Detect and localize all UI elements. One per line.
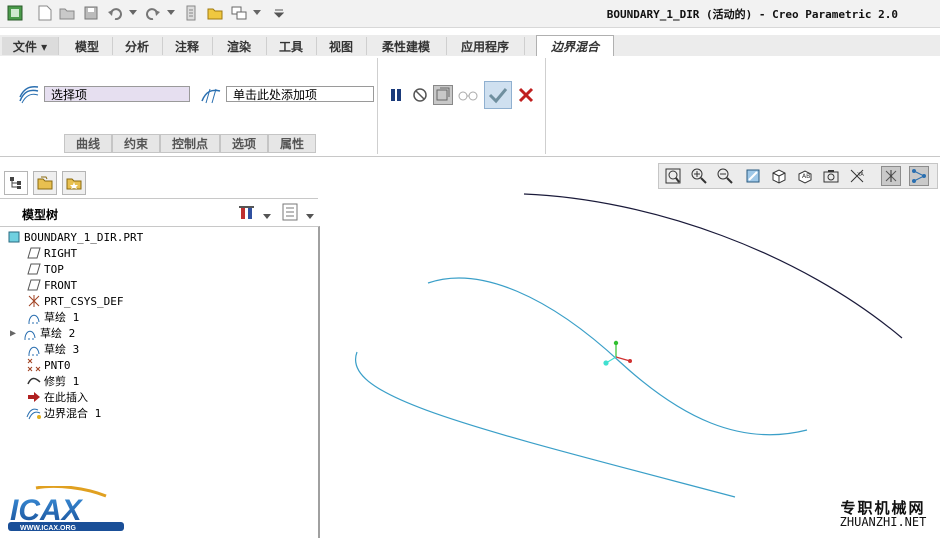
icax-logo: ICAX WWW.ICAX.ORG — [6, 484, 126, 534]
tree-item-csys[interactable]: PRT_CSYS_DEF — [26, 293, 123, 309]
subtab-options[interactable]: 选项 — [220, 134, 268, 153]
tree-item-sketch-1[interactable]: 草绘 1 — [26, 309, 79, 325]
new-file-icon[interactable] — [36, 4, 54, 22]
ribbon-tab-bar: 文件 ▾ 模型 分析 注释 渲染 工具 视图 柔性建模 应用程序 边界混合 — [0, 35, 940, 58]
model-canvas[interactable] — [320, 157, 940, 537]
folder-browser-tab-icon[interactable] — [33, 171, 57, 195]
second-direction-icon — [200, 85, 222, 105]
tree-item-boundary-blend-1[interactable]: 边界混合 1 — [26, 405, 101, 421]
datum-plane-icon — [26, 278, 42, 292]
curve-bottom-blue[interactable] — [354, 351, 736, 498]
icax-url-text: WWW.ICAX.ORG — [20, 525, 77, 532]
verify-glasses-icon[interactable] — [458, 85, 478, 105]
tree-settings-icon[interactable] — [238, 204, 258, 222]
tree-item-sketch-2[interactable]: ▶ 草绘 2 — [10, 325, 75, 341]
tree-item-front[interactable]: FRONT — [26, 277, 77, 293]
tree-item-right[interactable]: RIGHT — [26, 245, 77, 261]
second-direction-collector[interactable]: 单击此处添加项 — [226, 86, 374, 102]
undo-icon[interactable] — [106, 4, 124, 22]
ribbon-divider-end — [545, 58, 546, 154]
regenerate-icon[interactable] — [182, 4, 200, 22]
model-tree-title: 模型树 — [22, 208, 59, 222]
model-tree-tab-icon[interactable] — [4, 171, 28, 195]
subtab-constraints[interactable]: 约束 — [112, 134, 160, 153]
subtab-properties[interactable]: 属性 — [268, 134, 316, 153]
tab-tools[interactable]: 工具 — [266, 37, 317, 55]
no-preview-icon[interactable] — [410, 85, 430, 105]
datum-plane-icon — [26, 262, 42, 276]
app-icon[interactable] — [6, 4, 24, 22]
tree-item-part[interactable]: BOUNDARY_1_DIR.PRT — [6, 229, 143, 245]
tree-item-top[interactable]: TOP — [26, 261, 64, 277]
insert-arrow-icon — [26, 390, 42, 404]
first-direction-icon — [18, 85, 40, 105]
tree-settings-dropdown-icon[interactable] — [263, 209, 271, 219]
datum-plane-icon — [26, 246, 42, 260]
tab-model[interactable]: 模型 — [62, 37, 113, 55]
ribbon-divider — [377, 58, 378, 154]
tab-applications[interactable]: 应用程序 — [446, 37, 525, 55]
part-icon — [6, 230, 22, 244]
tree-item-trim-1[interactable]: 修剪 1 — [26, 373, 79, 389]
sketch-icon — [26, 342, 42, 356]
tab-flexible-modeling[interactable]: 柔性建模 — [366, 37, 447, 55]
windows-icon[interactable] — [230, 4, 248, 22]
redo-icon[interactable] — [144, 4, 162, 22]
tree-item-insert-here[interactable]: 在此插入 — [26, 389, 88, 405]
subtab-control-points[interactable]: 控制点 — [160, 134, 220, 153]
tab-view[interactable]: 视图 — [316, 37, 367, 55]
brand-watermark-url: ZHUANZHI.NET — [839, 515, 927, 529]
customize-toolbar-icon[interactable] — [272, 4, 286, 22]
curve-top-black[interactable] — [523, 193, 903, 339]
curve-middle-blue[interactable] — [427, 277, 808, 436]
redo-dropdown-icon[interactable] — [166, 4, 176, 22]
expand-arrow-icon[interactable]: ▶ — [10, 328, 22, 339]
sketch-icon — [26, 310, 42, 324]
save-icon[interactable] — [82, 4, 100, 22]
sketch-icon — [22, 326, 38, 340]
navigator-panel: 模型树 BOUNDARY_1_DIR.PRT RIGHT TOP FRONT P… — [0, 166, 320, 538]
favorites-tab-icon[interactable] — [62, 171, 86, 195]
title-bar: BOUNDARY_1_DIR (活动的) - Creo Parametric 2… — [0, 0, 940, 28]
tree-item-sketch-3[interactable]: 草绘 3 — [26, 341, 79, 357]
pause-icon[interactable] — [386, 85, 406, 105]
open-file-icon[interactable] — [58, 4, 76, 22]
boundary-blend-icon — [26, 406, 42, 420]
preview-geometry-icon[interactable] — [433, 85, 453, 105]
tree-item-pnt0[interactable]: PNT0 — [26, 357, 71, 373]
trim-icon — [26, 374, 42, 388]
ok-check-icon[interactable] — [484, 81, 512, 109]
model-tree-header: 模型树 — [0, 198, 318, 227]
tab-file[interactable]: 文件 ▾ — [2, 37, 59, 55]
show-menu-icon[interactable] — [282, 203, 298, 221]
navigator-tabs — [0, 166, 320, 196]
tab-render[interactable]: 渲染 — [212, 37, 267, 55]
datum-point-icon — [26, 358, 42, 372]
subtab-curves[interactable]: 曲线 — [64, 134, 112, 153]
show-menu-dropdown-icon[interactable] — [306, 209, 314, 219]
undo-dropdown-icon[interactable] — [128, 4, 138, 22]
folder-icon[interactable] — [206, 4, 224, 22]
tab-analysis[interactable]: 分析 — [112, 37, 163, 55]
tab-boundary-blend[interactable]: 边界混合 — [536, 35, 614, 58]
graphics-window[interactable]: AB XA 专职机械网 ZHUANZHI.NET — [320, 157, 940, 537]
boundary-blend-dashboard: 选择项 单击此处添加项 曲线 约束 控制点 选项 属性 — [0, 56, 940, 157]
cancel-x-icon[interactable] — [516, 85, 536, 105]
first-direction-collector[interactable]: 选择项 — [44, 86, 190, 102]
csys-icon — [26, 294, 42, 308]
window-title: BOUNDARY_1_DIR (活动的) - Creo Parametric 2… — [606, 8, 898, 21]
csys-triad — [603, 340, 632, 366]
tab-annotate[interactable]: 注释 — [162, 37, 213, 55]
windows-dropdown-icon[interactable] — [252, 4, 262, 22]
